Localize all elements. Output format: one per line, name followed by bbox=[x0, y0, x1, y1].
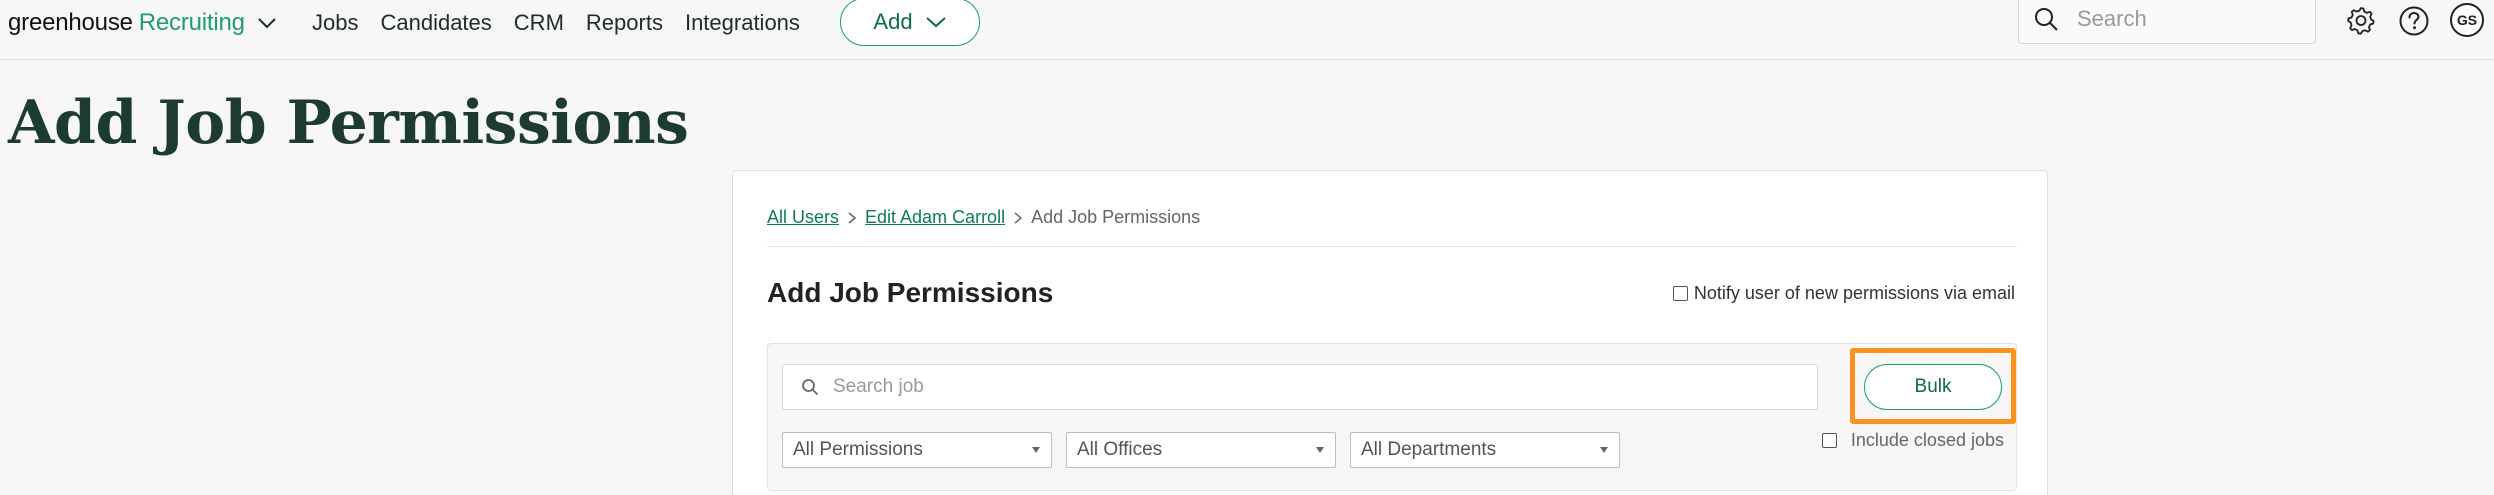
nav-link-candidates[interactable]: Candidates bbox=[380, 10, 491, 36]
gear-icon[interactable] bbox=[2346, 5, 2376, 35]
job-search-field[interactable] bbox=[782, 364, 1818, 410]
nav-link-jobs[interactable]: Jobs bbox=[312, 10, 358, 36]
offices-select[interactable]: All Offices bbox=[1066, 432, 1336, 468]
nav-links: Jobs Candidates CRM Reports Integrations bbox=[312, 8, 822, 38]
bulk-button[interactable]: Bulk bbox=[1864, 364, 2002, 410]
chevron-down-icon bbox=[925, 16, 947, 28]
filter-panel: Bulk All Permissions All Offices All Dep… bbox=[767, 343, 2017, 491]
search-icon bbox=[801, 378, 819, 396]
global-search-input[interactable] bbox=[2077, 6, 2297, 32]
permissions-select-value: All Permissions bbox=[793, 439, 923, 460]
include-closed-jobs-checkbox[interactable] bbox=[1821, 433, 1837, 448]
notify-email-option[interactable]: Notify user of new permissions via email bbox=[1672, 283, 2015, 304]
help-icon[interactable] bbox=[2398, 5, 2430, 37]
job-search-input[interactable] bbox=[833, 376, 1793, 398]
section-title: Add Job Permissions bbox=[767, 277, 1054, 308]
breadcrumb-edit-user[interactable]: Edit Adam Carroll bbox=[865, 207, 1005, 228]
breadcrumb-all-users[interactable]: All Users bbox=[767, 207, 839, 228]
top-nav: greenhouse Recruiting Jobs Candidates CR… bbox=[0, 0, 2494, 60]
caret-down-icon bbox=[1315, 446, 1325, 454]
chevron-right-icon bbox=[847, 211, 857, 225]
brand-primary: greenhouse bbox=[8, 9, 133, 36]
avatar[interactable]: GS bbox=[2450, 3, 2484, 37]
permissions-card: All Users Edit Adam Carroll Add Job Perm… bbox=[732, 170, 2048, 495]
page-title: Add Job Permissions bbox=[8, 88, 689, 158]
caret-down-icon bbox=[1599, 446, 1609, 454]
search-icon bbox=[2033, 6, 2059, 32]
include-closed-jobs-label: Include closed jobs bbox=[1850, 430, 2004, 450]
chevron-right-icon bbox=[1013, 211, 1023, 225]
breadcrumb: All Users Edit Adam Carroll Add Job Perm… bbox=[767, 207, 1200, 228]
brand-logo[interactable]: greenhouse Recruiting bbox=[8, 6, 277, 40]
nav-link-reports[interactable]: Reports bbox=[586, 10, 663, 36]
departments-select-value: All Departments bbox=[1361, 439, 1497, 460]
breadcrumb-current: Add Job Permissions bbox=[1031, 207, 1201, 227]
notify-email-label: Notify user of new permissions via email bbox=[1693, 283, 2015, 303]
caret-down-icon bbox=[1031, 446, 1041, 454]
add-button[interactable]: Add bbox=[840, 0, 980, 46]
permissions-select[interactable]: All Permissions bbox=[782, 432, 1052, 468]
brand-secondary: Recruiting bbox=[138, 9, 245, 36]
include-closed-jobs-option[interactable]: Include closed jobs bbox=[1821, 430, 2004, 451]
nav-link-crm[interactable]: CRM bbox=[514, 10, 564, 36]
offices-select-value: All Offices bbox=[1077, 439, 1163, 460]
add-button-label: Add bbox=[873, 9, 913, 34]
departments-select[interactable]: All Departments bbox=[1350, 432, 1620, 468]
nav-link-integrations[interactable]: Integrations bbox=[685, 10, 800, 36]
global-search[interactable] bbox=[2018, 0, 2316, 44]
divider bbox=[767, 246, 2017, 247]
chevron-down-icon[interactable] bbox=[257, 17, 277, 29]
notify-email-checkbox[interactable] bbox=[1672, 286, 1688, 301]
